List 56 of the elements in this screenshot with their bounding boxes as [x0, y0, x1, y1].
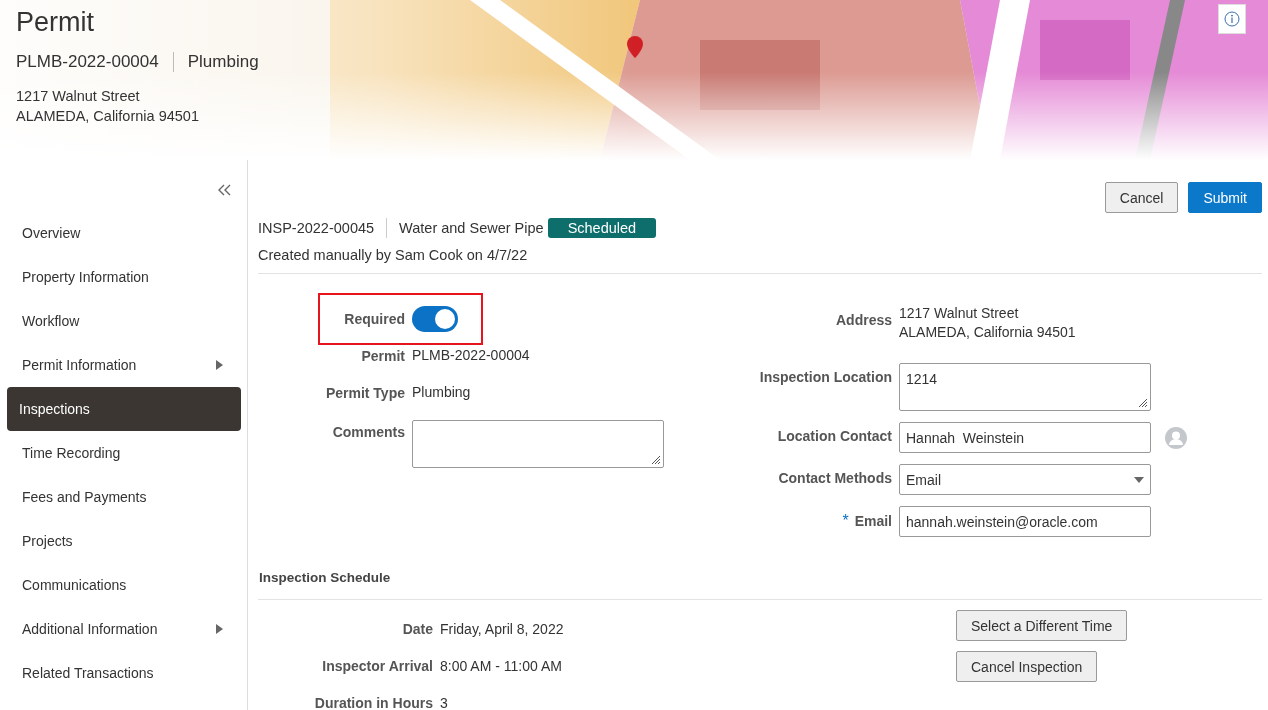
field-label: Permit Type: [324, 384, 405, 401]
permit-number: PLMB-2022-00004: [16, 52, 159, 72]
permit-type: Plumbing: [187, 52, 259, 72]
field-label: Duration in Hours: [313, 694, 433, 710]
input-field[interactable]: hannah.weinstein@oracle.com: [899, 506, 1151, 537]
schedule-button[interactable]: Cancel Inspection: [956, 651, 1098, 682]
created-note: Created manually by Sam Cook on 4/7/22: [258, 247, 1262, 274]
sidebar-item[interactable]: Time Recording: [7, 431, 241, 475]
resize-grip-icon[interactable]: [1138, 398, 1148, 408]
field-value: 1217 Walnut Street: [899, 304, 1020, 323]
inspection-id: INSP-2022-00045: [258, 220, 375, 236]
sidebar-item[interactable]: Permit Information: [7, 343, 241, 387]
field-label: Location Contact: [776, 427, 892, 444]
address-line: ALAMEDA, California 94501: [16, 107, 200, 126]
field-value: PLMB-2022-00004: [412, 346, 530, 365]
inspection-type: Water and Sewer Pipe: [399, 220, 544, 236]
required-mark: *: [842, 512, 849, 529]
page-title: Permit: [16, 6, 94, 38]
dropdown-arrow-icon: [1134, 476, 1144, 483]
field-value: Friday, April 8, 2022: [440, 620, 564, 637]
field-label: Address: [834, 311, 892, 328]
sidebar-item[interactable]: Communications: [7, 563, 241, 607]
field-label: Date: [401, 620, 433, 637]
submit-button[interactable]: Submit: [1188, 182, 1262, 213]
sidebar-item[interactable]: Workflow: [7, 299, 241, 343]
field-label: Comments: [331, 423, 405, 440]
resize-grip-icon[interactable]: [651, 455, 661, 465]
info-icon: [1224, 11, 1240, 27]
field-value: ALAMEDA, California 94501: [899, 323, 1076, 342]
field-value: 3: [440, 694, 448, 710]
field-label: Inspection Location: [758, 368, 892, 385]
required-toggle[interactable]: [412, 305, 458, 332]
address-line: 1217 Walnut Street: [16, 87, 141, 106]
sidebar-item[interactable]: Property Information: [7, 255, 241, 299]
field-label: Contact Methods: [777, 469, 892, 486]
cancel-button[interactable]: Cancel: [1104, 182, 1179, 213]
field-label: Permit: [360, 347, 405, 364]
sidebar-item[interactable]: Inspections: [7, 387, 241, 431]
input-field[interactable]: Hannah Weinstein: [899, 422, 1151, 453]
info-button[interactable]: [1218, 4, 1246, 34]
sidebar-item[interactable]: Additional Information: [7, 607, 241, 651]
field-label: Required: [343, 310, 405, 327]
status-badge: Scheduled: [547, 218, 657, 238]
sidebar-item[interactable]: Overview: [7, 211, 241, 255]
collapse-icon[interactable]: [218, 184, 231, 196]
section-title: Inspection Schedule: [258, 570, 1262, 600]
sidebar-item[interactable]: Related Transactions: [7, 651, 241, 695]
dropdown-field[interactable]: Email: [899, 464, 1151, 495]
label-text: Email: [854, 513, 892, 529]
sidebar-item[interactable]: Projects: [7, 519, 241, 563]
field-value: 8:00 AM - 11:00 AM: [440, 657, 562, 674]
schedule-button[interactable]: Select a Different Time: [956, 610, 1128, 641]
sidebar-item[interactable]: Fees and Payments: [7, 475, 241, 519]
field-label: Inspector Arrival: [321, 657, 433, 674]
text-area[interactable]: 1214: [899, 363, 1151, 411]
field-value: Plumbing: [412, 383, 471, 402]
